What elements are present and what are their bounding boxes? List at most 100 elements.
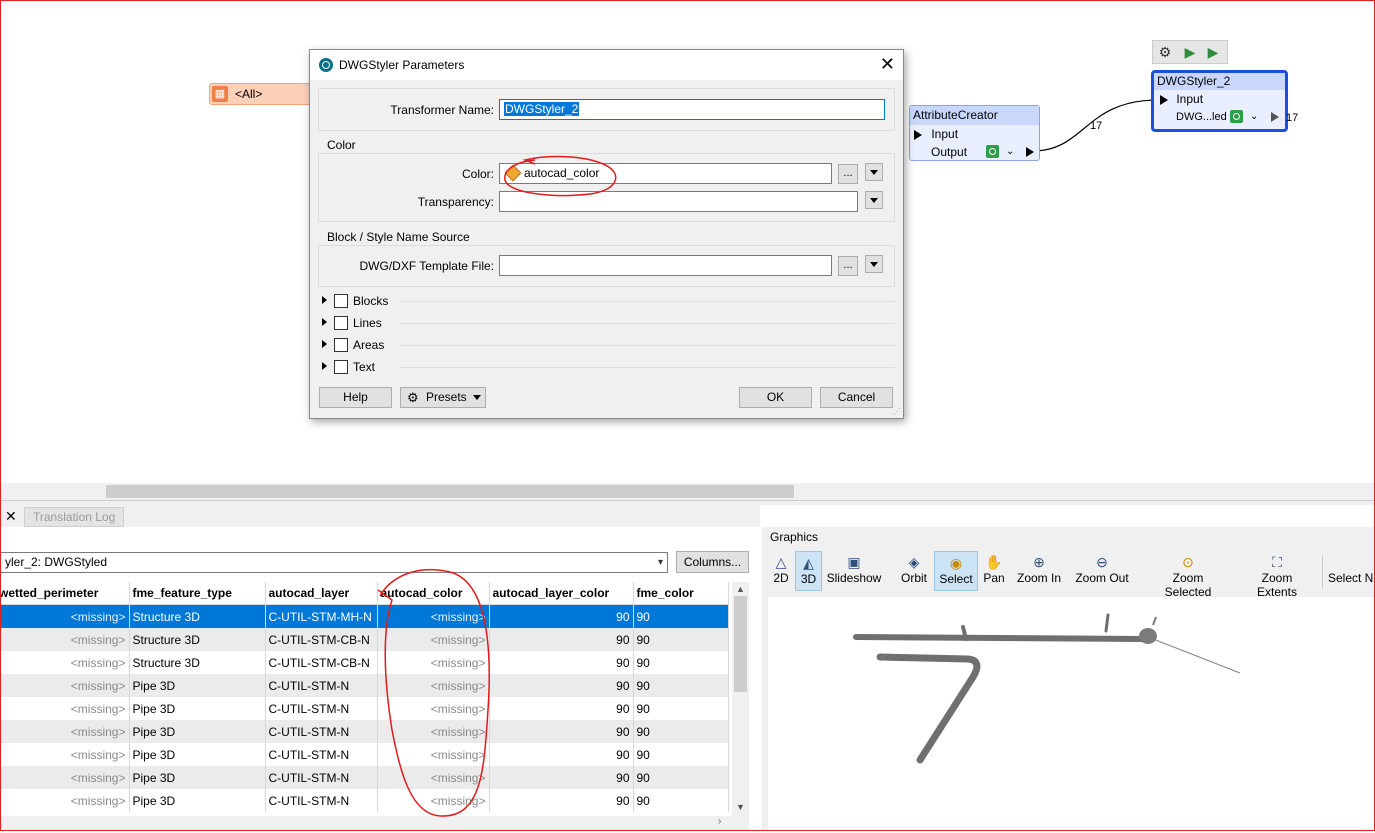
column-header[interactable]: wetted_perimeter [0,582,130,605]
cancel-button[interactable]: Cancel [820,387,893,408]
table-cell: Pipe 3D [129,766,266,789]
presets-button[interactable]: ⚙ Presets [400,387,486,408]
section-lines[interactable]: Lines [320,313,895,333]
gear-icon[interactable]: ⚙ [1156,43,1174,61]
scrollbar-thumb[interactable] [734,596,747,692]
table-cell: <missing> [0,628,130,651]
table-row[interactable]: <missing> Pipe 3D C-UTIL-STM-N <missing>… [0,789,729,812]
scroll-down-icon[interactable]: ▼ [736,802,745,812]
zoom-out-button[interactable]: ⊖ Zoom Out [1074,551,1130,591]
zoom-extents-button[interactable]: ⛶ Zoom Extents [1240,551,1314,599]
slideshow-button[interactable]: ▣ Slideshow [825,551,883,591]
connection-count: 17 [1090,120,1103,132]
expand-arrow-icon[interactable] [322,340,327,348]
zoom-selected-button[interactable]: ⊙ Zoom Selected [1148,551,1228,599]
shapes-2d-icon: △ [775,554,787,570]
table-row[interactable]: <missing> Pipe 3D C-UTIL-STM-N <missing>… [0,720,729,743]
section-areas[interactable]: Areas [320,335,895,355]
graphics-title: Graphics [770,530,819,544]
close-icon[interactable]: ✕ [880,54,895,74]
output-arrow-icon [1271,112,1279,122]
section-text[interactable]: Text [320,357,895,377]
chevron-down-icon: ▾ [657,557,663,568]
orbit-button[interactable]: ◈ Orbit [897,551,931,591]
output-port[interactable]: Output ⌄ [910,143,1039,160]
graphics-viewport[interactable] [768,597,1375,830]
view-3d-button[interactable]: ◭ 3D [795,551,822,591]
scroll-up-icon[interactable]: ▲ [736,584,745,594]
zoom-in-button[interactable]: ⊕ Zoom In [1015,551,1063,591]
output-port-label: DWG...led [1176,111,1227,123]
table-cell: 90 [633,697,729,720]
template-file-input[interactable] [499,255,832,276]
input-port[interactable]: Input [1154,90,1285,108]
section-blocks[interactable]: Blocks [320,291,895,311]
tool-label: 3D [800,572,817,586]
table-row[interactable]: <missing> Pipe 3D C-UTIL-STM-N <missing>… [0,674,729,697]
select-button[interactable]: ◉ Select [934,551,978,591]
attributecreator-node[interactable]: AttributeCreator Input Output ⌄ [909,105,1040,161]
table-row[interactable]: <missing> Pipe 3D C-UTIL-STM-N <missing>… [0,766,729,789]
table-cell: Pipe 3D [129,743,266,766]
expand-arrow-icon[interactable] [322,362,327,370]
column-header[interactable]: fme_feature_type [129,582,266,605]
table-row[interactable]: <missing> Pipe 3D C-UTIL-STM-N <missing>… [0,697,729,720]
view-2d-button[interactable]: △ 2D [770,551,792,591]
input-arrow-icon [1160,94,1168,105]
column-header[interactable]: fme_color [633,582,729,605]
chevron-down-icon[interactable]: ⌄ [1250,108,1258,126]
inspect-icon[interactable] [986,145,999,158]
color-ellipsis-button[interactable]: ... [838,164,858,184]
output-port[interactable]: DWG...led ⌄ [1154,108,1285,126]
column-header[interactable]: autocad_layer_color [489,582,634,605]
run-to-this-icon[interactable]: ▶ [1181,43,1199,61]
expand-arrow-icon[interactable] [322,296,327,304]
section-checkbox[interactable] [334,316,348,330]
close-icon[interactable]: ✕ [5,508,17,525]
annotation-circle [504,155,617,197]
dialog-titlebar[interactable]: DWGStyler Parameters ✕ [310,50,903,80]
table-cell: 90 [633,789,729,812]
chevron-down-icon[interactable]: ⌄ [1006,143,1014,161]
zoom-out-icon: ⊖ [1096,554,1108,570]
canvas-horizontal-scrollbar[interactable] [0,483,1375,500]
scrollbar-thumb[interactable] [106,485,794,498]
table-row[interactable]: <missing> Pipe 3D C-UTIL-STM-N <missing>… [0,743,729,766]
ok-button[interactable]: OK [739,387,812,408]
table-cell: Structure 3D [129,651,266,674]
table-row[interactable]: <missing> Structure 3D C-UTIL-STM-CB-N <… [0,628,729,651]
inspect-icon[interactable] [1230,110,1243,123]
table-row[interactable]: <missing> Structure 3D C-UTIL-STM-CB-N <… [0,651,729,674]
table-cell: <missing> [0,766,130,789]
table-vertical-scrollbar[interactable]: ▲ ▼ [732,582,749,816]
tool-label: Zoom Out [1075,571,1129,585]
pan-button[interactable]: ✋ Pan [982,551,1006,591]
template-dropdown-button[interactable] [865,255,883,273]
table-cell: C-UTIL-STM-N [265,720,378,743]
select-n-button[interactable]: Select N [1328,551,1375,591]
help-button[interactable]: Help [319,387,392,408]
run-from-this-icon[interactable]: ▶ [1204,43,1222,61]
scroll-right-icon[interactable]: › [718,816,721,827]
resize-grip-icon[interactable]: ⋰ [893,407,901,416]
columns-button[interactable]: Columns... [676,551,749,573]
template-ellipsis-button[interactable]: ... [838,256,858,276]
expand-arrow-icon[interactable] [322,318,327,326]
pipe-segment [1147,636,1241,674]
feature-type-select[interactable]: yler_2: DWGStyled ▾ [0,552,668,573]
transformer-name-label: Transformer Name: [390,103,494,117]
section-checkbox[interactable] [334,338,348,352]
transparency-dropdown-button[interactable] [865,191,883,209]
transformer-name-input[interactable]: DWGStyler_2 [499,99,885,120]
color-dropdown-button[interactable] [865,163,883,181]
section-checkbox[interactable] [334,294,348,308]
table-cell: <missing> [0,789,130,812]
column-header[interactable]: autocad_layer [265,582,378,605]
tab-translation-log[interactable]: Translation Log [24,507,125,527]
node-quick-toolbar: ⚙ ▶ ▶ [1152,40,1228,64]
input-port[interactable]: Input [910,125,1039,143]
table-row[interactable]: <missing> Structure 3D C-UTIL-STM-MH-N <… [0,604,729,628]
section-checkbox[interactable] [334,360,348,374]
dwgstyler-node[interactable]: DWGStyler_2 Input DWG...led ⌄ [1151,70,1288,132]
table-cell: C-UTIL-STM-N [265,697,378,720]
